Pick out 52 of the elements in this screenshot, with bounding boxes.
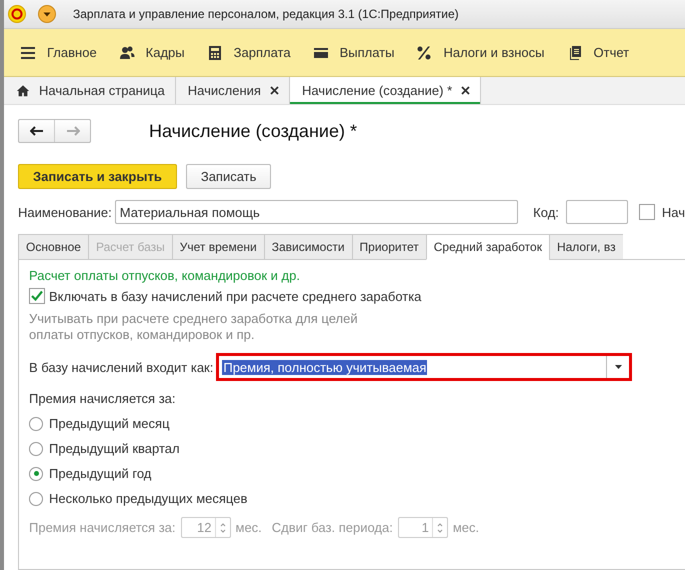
form-tab[interactable]: Основное — [18, 234, 88, 260]
menu-item[interactable]: Отчет — [566, 44, 630, 60]
page-tab[interactable]: Начальная страница — [4, 77, 176, 104]
field-label: Сдвиг баз. периода: — [272, 520, 393, 535]
logo-icon — [8, 5, 26, 23]
field-label: В базу начислений входит как: — [29, 360, 214, 374]
field-label: Премия начисляется за: — [29, 520, 176, 535]
menu-item[interactable]: Выплаты — [312, 44, 394, 60]
radio-button[interactable] — [29, 442, 43, 456]
calculator-icon — [206, 44, 223, 60]
checkbox[interactable] — [638, 204, 655, 220]
radio-label[interactable]: Предыдущий год — [49, 466, 152, 481]
form-tab[interactable]: Средний заработок — [426, 234, 549, 260]
section-title: Расчет оплаты отпусков, командировок и др. — [29, 268, 301, 283]
close-icon[interactable] — [461, 86, 470, 95]
radio-label[interactable]: Несколько предыдущих месяцев — [49, 491, 248, 506]
field-label: Наименование: — [18, 204, 112, 220]
radio-button[interactable] — [29, 492, 43, 506]
menu-item[interactable]: Зарплата — [206, 44, 291, 60]
form-tab[interactable]: Налоги, вз — [548, 234, 623, 260]
close-icon[interactable] — [270, 86, 279, 95]
percent-icon — [416, 44, 432, 60]
menu-icon — [20, 44, 36, 60]
field-label: Премия начисляется за: — [29, 391, 176, 406]
dropdown-icon[interactable] — [38, 5, 56, 23]
hint-text: Учитывать при расчете среднего заработка для целей оплаты отпусков, командировок и пр. — [29, 311, 359, 343]
unit-label: мес. — [452, 520, 480, 535]
radio-button[interactable] — [29, 416, 43, 430]
save-and-close-button[interactable]: Записать и закрыть — [18, 164, 177, 189]
menu-item[interactable]: Главное — [20, 44, 97, 60]
base-type-dropdown[interactable]: Премия, полностью учитываемая — [216, 353, 632, 381]
menu-item[interactable]: Налоги и взносы — [416, 44, 544, 60]
field-label: Код: — [533, 204, 559, 220]
form-tab[interactable]: Приоритет — [352, 234, 426, 260]
people-icon — [118, 44, 135, 60]
home-icon — [16, 84, 30, 98]
form-title: Начисление (создание) * — [149, 120, 357, 142]
unit-label: мес. — [236, 520, 262, 535]
code-field[interactable] — [566, 200, 628, 224]
page-tab[interactable]: Начисление (создание) * — [290, 77, 482, 104]
radio-label[interactable]: Предыдущий месяц — [49, 416, 170, 431]
form-tab[interactable]: Учет времени — [172, 234, 264, 260]
save-button[interactable]: Записать — [186, 164, 272, 189]
checkbox-label: Включать в базу начислений при расчете среднего заработка — [49, 288, 422, 304]
window-title: Зарплата и управление персоналом, редакция 3.1 (1С:Предприятие) — [73, 7, 459, 21]
menu-item[interactable]: Кадры — [118, 44, 185, 60]
checkbox-label: Нач — [662, 204, 685, 220]
name-field[interactable]: Материальная помощь — [114, 200, 518, 224]
checkbox[interactable] — [29, 288, 45, 304]
radio-label[interactable]: Предыдущий квартал — [49, 441, 180, 456]
radio-button[interactable] — [29, 466, 43, 480]
form-tab[interactable]: Зависимости — [264, 234, 352, 260]
